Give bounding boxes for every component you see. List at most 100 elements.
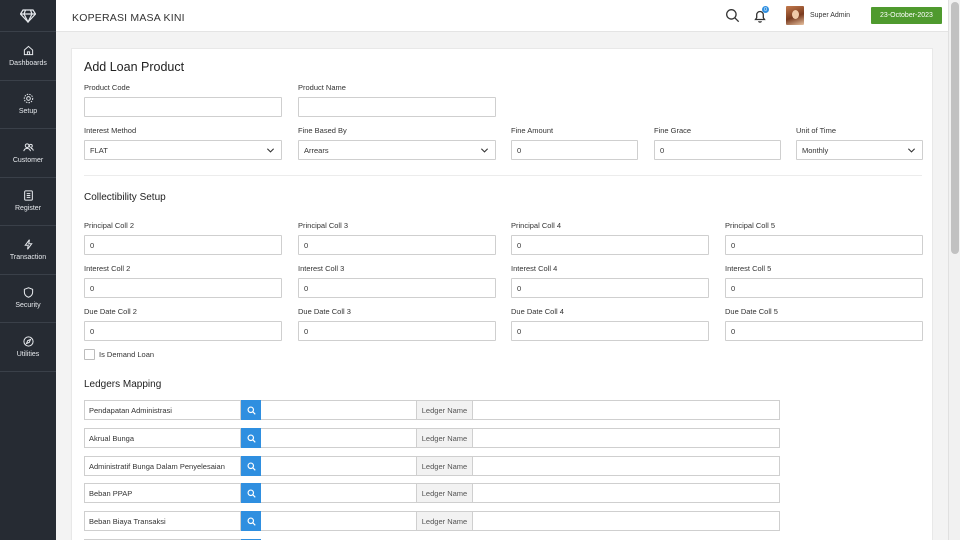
sidebar-item-label: Utilities [16,350,40,358]
due-date-coll-4-input[interactable]: 0 [511,321,709,341]
due-date-coll-5-input[interactable]: 0 [725,321,923,341]
page-title: Add Loan Product [84,60,185,74]
ledger-name-input[interactable] [473,483,780,503]
interest-coll-3-label: Interest Coll 3 [298,264,345,273]
loan-product-card: Add Loan Product Product Code Product Na… [71,48,933,540]
interest-coll-2-label: Interest Coll 2 [84,264,131,273]
chevron-down-icon [907,148,916,153]
due-date-coll-5-label: Due Date Coll 5 [725,307,778,316]
principal-coll-5-label: Principal Coll 5 [725,221,776,230]
ledger-name-tag: Ledger Name [417,428,473,448]
principal-coll-3-input[interactable]: 0 [298,235,496,255]
fine-amount-label: Fine Amount [511,126,554,135]
fine-grace-input[interactable]: 0 [654,140,781,160]
interest-coll-3-input[interactable]: 0 [298,278,496,298]
ledger-code-input[interactable] [261,400,417,420]
ledger-code-input[interactable] [261,483,417,503]
ledger-name-tag: Ledger Name [417,483,473,503]
search-icon [246,433,256,443]
principal-coll-4-input[interactable]: 0 [511,235,709,255]
interest-method-label: Interest Method [84,126,137,135]
principal-coll-2-label: Principal Coll 2 [84,221,135,230]
search-icon [246,461,256,471]
sidebar-item-security[interactable]: Security [0,275,56,323]
ledger-search-button[interactable] [241,483,261,503]
sidebar-item-label: Transaction [9,253,47,261]
top-header: KOPERASI MASA KINI 0 Super Admin 23-Octo… [56,0,948,32]
ledger-name-input[interactable] [473,400,780,420]
ledger-name-input[interactable] [473,511,780,531]
scrollbar-thumb[interactable] [951,2,959,254]
sidebar-item-label: Register [14,205,42,213]
register-icon [23,190,33,201]
interest-coll-4-label: Interest Coll 4 [511,264,558,273]
unit-of-time-value: Monthly [802,145,829,155]
ledger-search-button[interactable] [241,456,261,476]
search-icon [246,516,256,526]
collectibility-title: Collectibility Setup [84,192,166,203]
due-date-coll-3-label: Due Date Coll 3 [298,307,351,316]
search-icon [246,488,256,498]
sidebar-item-register[interactable]: Register [0,178,56,226]
principal-coll-3-label: Principal Coll 3 [298,221,349,230]
gear-icon [23,94,33,104]
avatar[interactable] [786,6,804,25]
sidebar-item-label: Security [15,302,41,310]
ledger-row: Administratif Bunga Dalam Penyelesaian L… [84,456,780,476]
principal-coll-5-input[interactable]: 0 [725,235,923,255]
home-icon [23,45,33,55]
interest-coll-5-input[interactable]: 0 [725,278,923,298]
user-name[interactable]: Super Admin [810,12,850,19]
ledger-row: Beban Biaya Transaksi Ledger Name [84,511,780,531]
ledger-search-button[interactable] [241,428,261,448]
fine-based-by-select[interactable]: Arrears [298,140,496,160]
ledgers-title: Ledgers Mapping [84,379,162,390]
chevron-down-icon [266,148,275,153]
principal-coll-2-input[interactable]: 0 [84,235,282,255]
interest-coll-2-input[interactable]: 0 [84,278,282,298]
product-name-label: Product Name [298,83,346,92]
sidebar-item-label: Dashboards [9,59,47,67]
lightning-icon [23,239,33,250]
product-code-input[interactable] [84,97,282,117]
fine-based-by-value: Arrears [304,145,329,155]
unit-of-time-select[interactable]: Monthly [796,140,923,160]
ledger-code-input[interactable] [261,456,417,476]
notification-badge: 0 [762,6,769,13]
date-badge: 23-October-2023 [871,7,942,24]
ledger-row: Akrual Bunga Ledger Name [84,428,780,448]
principal-coll-4-label: Principal Coll 4 [511,221,562,230]
due-date-coll-4-label: Due Date Coll 4 [511,307,564,316]
ledger-code-input[interactable] [261,511,417,531]
due-date-coll-3-input[interactable]: 0 [298,321,496,341]
interest-method-select[interactable]: FLAT [84,140,282,160]
ledger-search-button[interactable] [241,511,261,531]
demand-loan-label: Is Demand Loan [99,350,155,359]
ledger-code-input[interactable] [261,428,417,448]
sidebar-item-dashboards[interactable]: Dashboards [0,32,56,81]
due-date-coll-2-input[interactable]: 0 [84,321,282,341]
fine-amount-input[interactable]: 0 [511,140,638,160]
sidebar-item-label: Setup [18,108,38,116]
page-scrollbar[interactable] [948,0,960,540]
ledger-account-name: Akrual Bunga [84,428,241,448]
product-code-label: Product Code [84,83,130,92]
sidebar-item-utilities[interactable]: Utilities [0,323,56,372]
interest-coll-5-label: Interest Coll 5 [725,264,772,273]
sidebar-item-customer[interactable]: Customer [0,129,56,178]
product-name-input[interactable] [298,97,496,117]
sidebar-item-transaction[interactable]: Transaction [0,226,56,275]
search-icon[interactable] [725,8,740,23]
app-title: KOPERASI MASA KINI [72,12,185,24]
fine-grace-label: Fine Grace [654,126,692,135]
ledger-name-tag: Ledger Name [417,511,473,531]
app-logo[interactable] [0,0,56,32]
ledger-name-input[interactable] [473,456,780,476]
diamond-logo-icon [20,8,36,23]
demand-loan-checkbox[interactable] [84,349,95,360]
ledger-account-name: Beban Biaya Transaksi [84,511,241,531]
ledger-name-input[interactable] [473,428,780,448]
interest-coll-4-input[interactable]: 0 [511,278,709,298]
sidebar-item-setup[interactable]: Setup [0,81,56,129]
ledger-search-button[interactable] [241,400,261,420]
